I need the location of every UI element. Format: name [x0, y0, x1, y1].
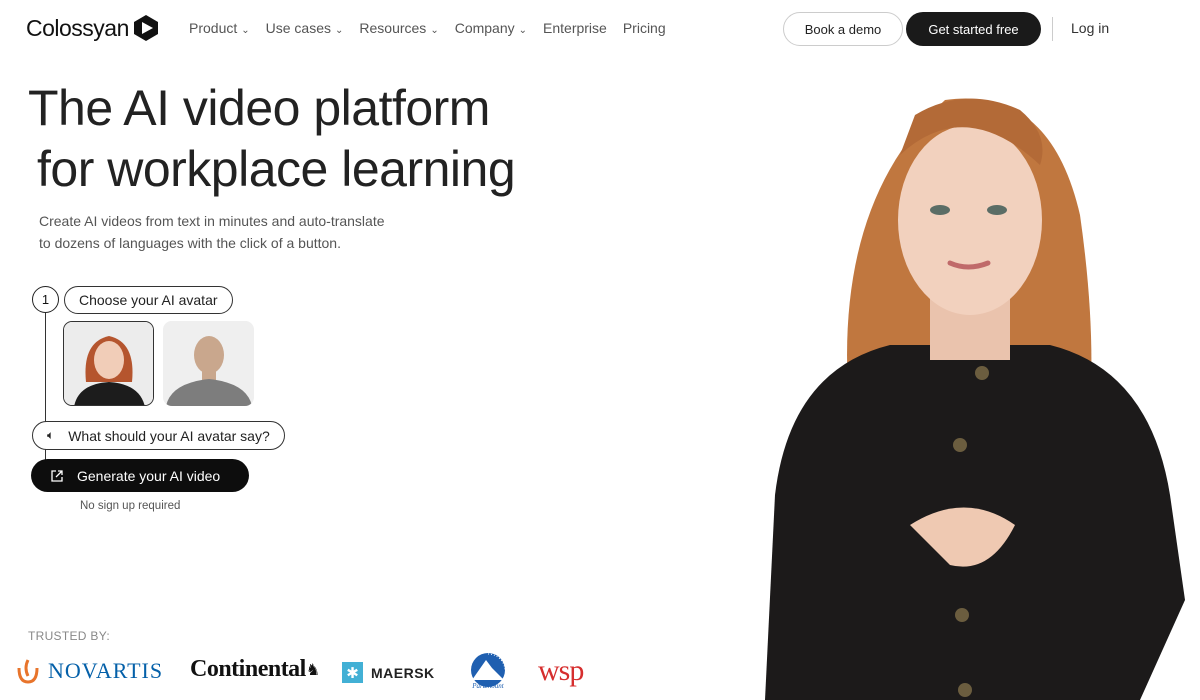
step-number: 1 [32, 286, 59, 313]
no-signup-note: No sign up required [80, 500, 181, 512]
paramount-text: Paramount [472, 682, 504, 690]
divider [1052, 17, 1053, 41]
continental-text: Continental [190, 656, 306, 682]
wsp-logo: wsp [538, 654, 584, 688]
customer-logos: NOVARTIS Continental ♞ ✱ MAERSK Paramoun… [16, 652, 616, 694]
chevron-down-icon: ⌄ [518, 25, 528, 36]
paramount-logo: Paramount [466, 652, 510, 690]
hero-subtitle: Create AI videos from text in minutes an… [39, 210, 439, 254]
nav-item-use-cases[interactable]: Use cases ⌄ [266, 20, 344, 36]
nav-item-label: Use cases [265, 20, 331, 36]
brand-name: Colossyan [26, 14, 129, 41]
female-avatar-option[interactable] [63, 321, 154, 406]
novartis-text: NOVARTIS [48, 658, 164, 683]
nav-item-label: Pricing [622, 20, 666, 36]
maersk-logo: ✱ MAERSK [342, 662, 435, 683]
nav-item-company[interactable]: Company ⌄ [455, 20, 527, 36]
generate-label: Generate your AI video [77, 467, 221, 484]
speaker-icon: 🔈︎ [47, 428, 55, 442]
script-placeholder: What should your AI avatar say? [68, 427, 270, 444]
book-demo-button[interactable]: Book a demo [783, 12, 903, 46]
play-hexagon-icon [133, 15, 158, 41]
nav-item-label: Resources [359, 20, 427, 36]
nav-item-label: Enterprise [543, 20, 607, 36]
login-link[interactable]: Log in [1071, 20, 1109, 36]
novartis-flame-icon [17, 659, 39, 684]
trusted-by-label: TRUSTED BY: [28, 629, 110, 643]
male-avatar-image [163, 321, 254, 406]
nav-item-resources[interactable]: Resources ⌄ [359, 20, 438, 36]
chevron-down-icon: ⌄ [335, 25, 344, 36]
chevron-down-icon: ⌄ [241, 25, 250, 36]
female-avatar-image [64, 322, 153, 405]
presenter-avatar-image [765, 98, 1185, 700]
nav-item-label: Product [189, 20, 238, 36]
continental-logo: Continental ♞ [190, 656, 320, 683]
subtitle-line-2: to dozens of languages with the click of… [39, 235, 341, 251]
get-started-button[interactable]: Get started free [906, 12, 1041, 46]
subtitle-line-1: Create AI videos from text in minutes an… [39, 213, 385, 229]
chevron-down-icon: ⌄ [430, 25, 439, 36]
horse-icon: ♞ [305, 661, 321, 679]
external-link-icon [51, 469, 63, 482]
male-avatar-option[interactable] [163, 321, 254, 406]
nav-item-pricing[interactable]: Pricing [623, 20, 666, 36]
title-line-2: for workplace learning [37, 141, 516, 197]
maersk-text: MAERSK [371, 664, 435, 681]
brand-logo[interactable]: Colossyan [26, 14, 159, 42]
nav-item-label: Company [454, 20, 515, 36]
novartis-logo: NOVARTIS [16, 658, 163, 684]
generate-video-button[interactable]: Generate your AI video [31, 459, 249, 492]
avatar-script-input[interactable]: 🔈︎ What should your AI avatar say? [32, 421, 285, 450]
top-nav: Colossyan Product ⌄ Use cases ⌄ Resources ⌄ Co… [0, 0, 1200, 58]
title-line-1: The AI video platform [28, 80, 490, 136]
nav-item-product[interactable]: Product ⌄ [189, 20, 250, 36]
wsp-text: wsp [538, 654, 584, 687]
page-title: The AI video platform for workplace lear… [28, 78, 516, 200]
choose-avatar-label: Choose your AI avatar [64, 286, 233, 314]
maersk-star-icon: ✱ [342, 662, 363, 683]
nav-item-enterprise[interactable]: Enterprise [543, 20, 607, 36]
main-menu: Product ⌄ Use cases ⌄ Resources ⌄ Company ⌄ Ente… [189, 20, 666, 36]
